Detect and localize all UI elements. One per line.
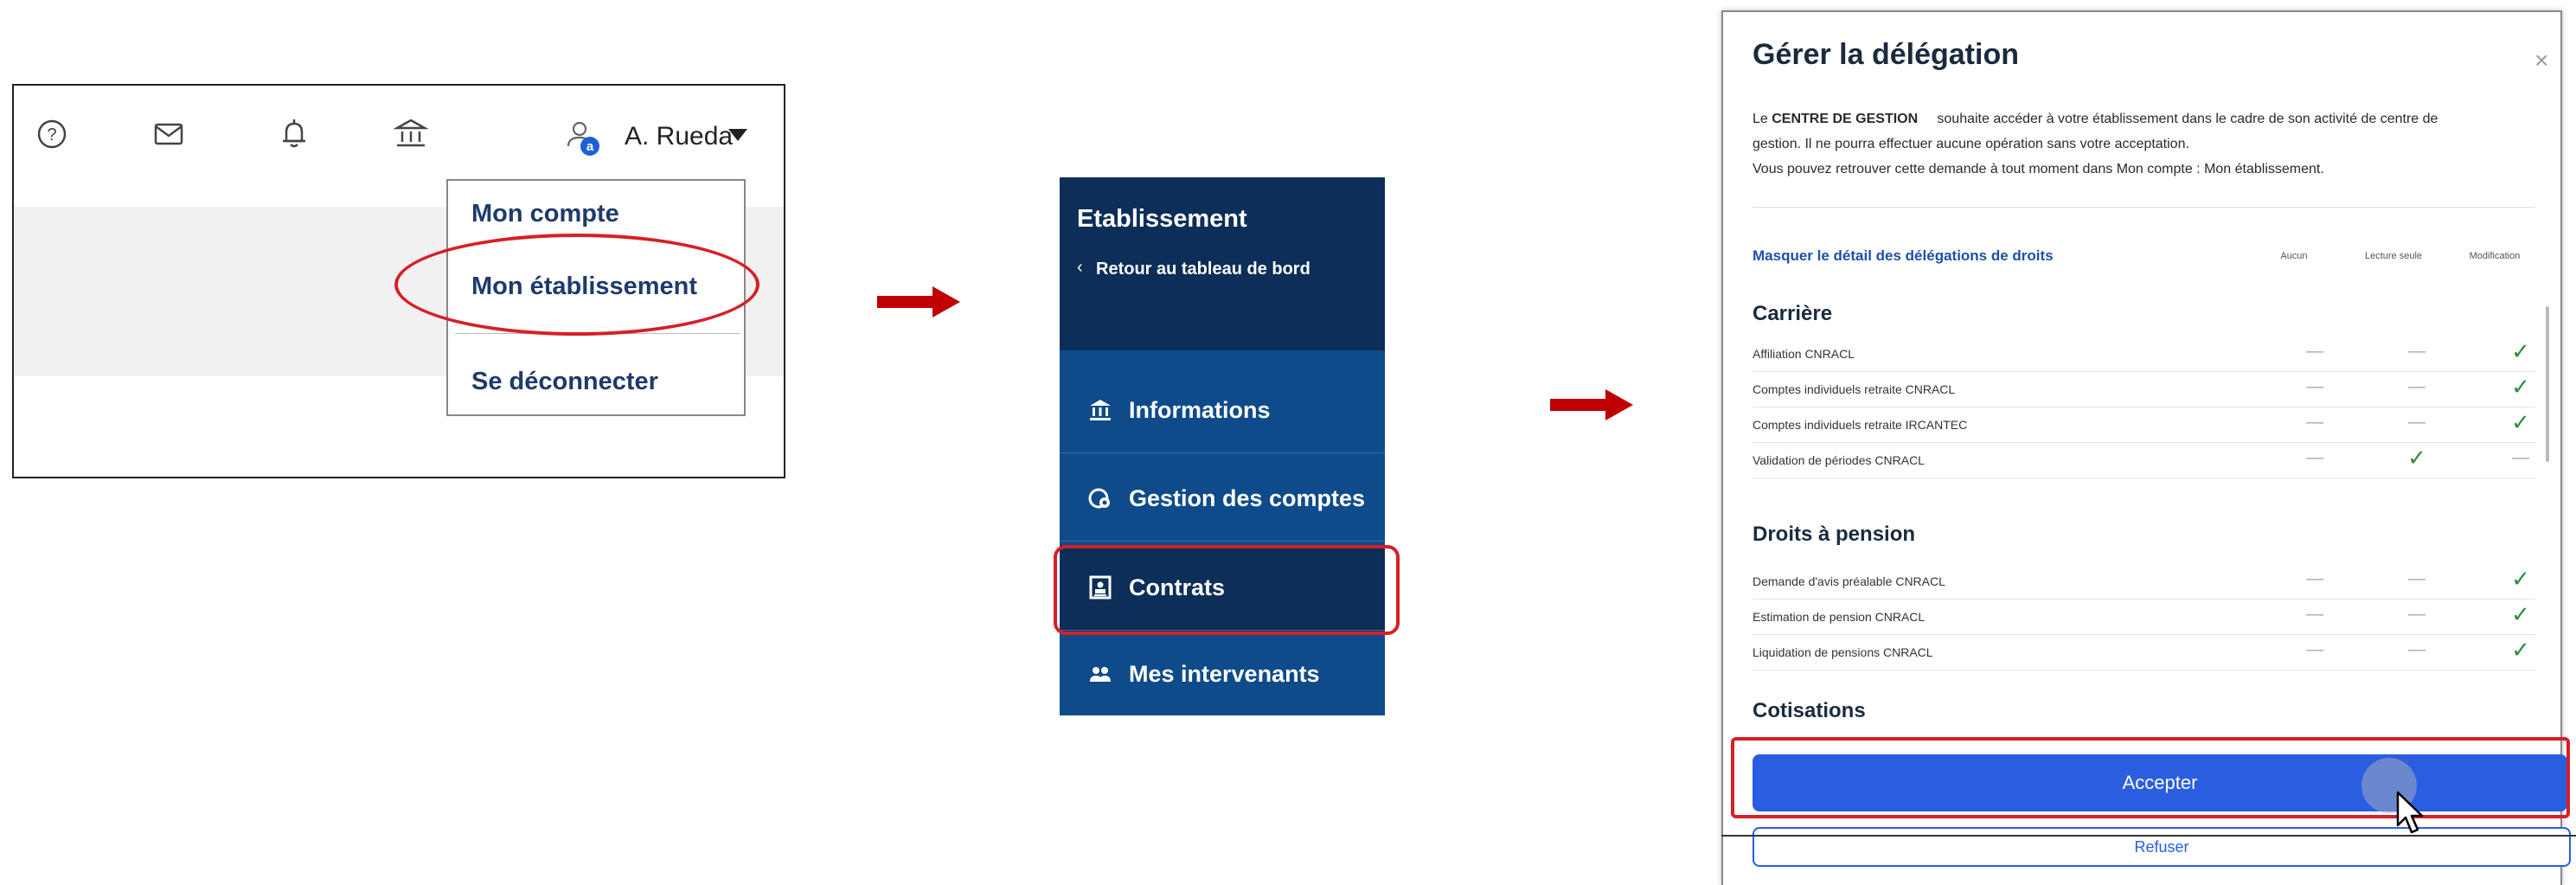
- svg-text:?: ?: [47, 125, 56, 144]
- option-lecture-seule[interactable]: —: [2391, 605, 2443, 625]
- menu-item-se-deconnecter[interactable]: Se déconnecter: [471, 368, 658, 396]
- nav-item-mes-intervenants[interactable]: Mes intervenants: [1060, 632, 1385, 718]
- intro-line-1: Le CENTRE DE GESTION souhaite accéder à …: [1753, 112, 2438, 126]
- highlight-box: [1731, 737, 2570, 818]
- nav-item-gestion-des-comptes[interactable]: Gestion des comptes: [1060, 456, 1385, 542]
- option-modification[interactable]: ✓: [2495, 374, 2547, 401]
- institution-icon[interactable]: [390, 113, 432, 155]
- option-aucun[interactable]: —: [2289, 377, 2341, 397]
- permission-label: Validation de périodes CNRACL: [1753, 453, 1925, 467]
- permission-label: Comptes individuels retraite IRCANTEC: [1753, 418, 1968, 432]
- section-heading-cotisations: Cotisations: [1753, 699, 1866, 722]
- option-lecture-seule[interactable]: —: [2391, 377, 2443, 397]
- caret-down-icon[interactable]: [728, 129, 747, 141]
- section-heading-droits-a-pension: Droits à pension: [1753, 523, 1916, 546]
- divider: [1753, 207, 2535, 208]
- nav-item-label: Mes intervenants: [1129, 661, 1320, 687]
- permission-label: Demande d'avis préalable CNRACL: [1753, 574, 1945, 588]
- toggle-delegation-details-link[interactable]: Masquer le détail des délégations de dro…: [1753, 247, 2054, 265]
- option-modification[interactable]: ✓: [2495, 566, 2547, 593]
- divider: [1721, 835, 2576, 837]
- option-lecture-seule[interactable]: ✓: [2391, 445, 2443, 471]
- nav-item-informations[interactable]: Informations: [1060, 368, 1385, 454]
- option-lecture-seule[interactable]: —: [2391, 569, 2443, 589]
- option-aucun[interactable]: —: [2289, 342, 2341, 362]
- option-modification[interactable]: ✓: [2495, 601, 2547, 628]
- permission-row: Liquidation de pensions CNRACL — — ✓: [1753, 635, 2535, 670]
- permission-row: Demande d'avis préalable CNRACL — — ✓: [1753, 564, 2535, 600]
- column-header-lecture-seule: Lecture seule: [2364, 251, 2423, 261]
- back-to-dashboard-link[interactable]: Retour au tableau de bord: [1096, 260, 1310, 279]
- permission-label: Comptes individuels retraite CNRACL: [1753, 382, 1956, 396]
- svg-text:a: a: [586, 139, 594, 154]
- modal-title: Gérer la délégation: [1753, 38, 2019, 71]
- mail-icon[interactable]: [148, 113, 189, 155]
- permission-row: Estimation de pension CNRACL — — ✓: [1753, 600, 2535, 635]
- section-heading-carriere: Carrière: [1753, 302, 1833, 325]
- user-name[interactable]: A. Rueda: [625, 122, 733, 151]
- option-lecture-seule[interactable]: —: [2391, 413, 2443, 433]
- option-aucun[interactable]: —: [2289, 448, 2341, 468]
- chevron-left-icon[interactable]: ‹: [1077, 258, 1083, 278]
- option-modification[interactable]: ✓: [2495, 338, 2547, 365]
- people-icon: [1087, 661, 1113, 687]
- permission-row: Affiliation CNRACL — — ✓: [1753, 337, 2535, 372]
- permission-row: Validation de périodes CNRACL — ✓ —: [1753, 443, 2535, 478]
- permission-row: Comptes individuels retraite CNRACL — — …: [1753, 372, 2535, 407]
- option-aucun[interactable]: —: [2289, 413, 2341, 433]
- nav-title: Etablissement: [1077, 205, 1247, 233]
- nav-item-label: Gestion des comptes: [1129, 485, 1366, 511]
- option-modification[interactable]: —: [2495, 448, 2547, 468]
- column-header-modification: Modification: [2469, 251, 2521, 261]
- help-icon[interactable]: ?: [31, 113, 73, 155]
- option-lecture-seule[interactable]: —: [2391, 342, 2443, 362]
- permission-row: Comptes individuels retraite IRCANTEC — …: [1753, 407, 2535, 443]
- permission-label: Estimation de pension CNRACL: [1753, 610, 1926, 624]
- nav-divider: [1060, 541, 1385, 542]
- arrow-right-icon: [877, 286, 960, 317]
- close-icon[interactable]: ×: [2534, 47, 2548, 74]
- institution-icon: [1087, 397, 1113, 423]
- option-aucun[interactable]: —: [2289, 605, 2341, 625]
- menu-item-mon-compte[interactable]: Mon compte: [471, 200, 619, 228]
- scrollbar[interactable]: [2546, 306, 2549, 462]
- arrow-right-icon: [1550, 389, 1633, 420]
- accounts-gear-icon: [1087, 485, 1113, 511]
- option-aucun[interactable]: —: [2289, 569, 2341, 589]
- mouse-pointer-icon: [2396, 791, 2424, 834]
- option-modification[interactable]: ✓: [2495, 409, 2547, 436]
- bell-icon[interactable]: [273, 113, 315, 155]
- intro-line-2: gestion. Il ne pourra effectuer aucune o…: [1753, 137, 2189, 151]
- permission-label: Liquidation de pensions CNRACL: [1753, 645, 1933, 659]
- option-modification[interactable]: ✓: [2495, 637, 2547, 664]
- intro-line-3: Vous pouvez retrouver cette demande à to…: [1753, 162, 2324, 176]
- option-aucun[interactable]: —: [2289, 640, 2341, 660]
- option-lecture-seule[interactable]: —: [2391, 640, 2443, 660]
- user-avatar-icon[interactable]: a: [561, 115, 602, 157]
- nav-item-label: Informations: [1129, 397, 1271, 423]
- highlight-oval: [394, 234, 759, 336]
- refuse-button[interactable]: Refuser: [1753, 827, 2571, 867]
- column-header-aucun: Aucun: [2280, 251, 2308, 261]
- permission-label: Affiliation CNRACL: [1753, 347, 1855, 361]
- nav-divider: [1060, 452, 1385, 453]
- highlight-box: [1054, 545, 1400, 635]
- organization-name: CENTRE DE GESTION: [1772, 112, 1919, 126]
- nav-header: Etablissement ‹ Retour au tableau de bor…: [1060, 177, 1385, 350]
